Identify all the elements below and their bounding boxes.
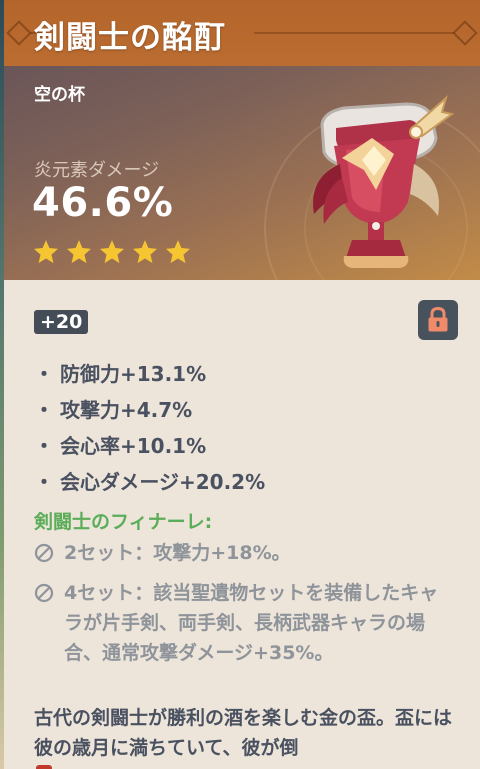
sub-stat: ・防御力+13.1% [34,356,265,392]
title-ornament-line-right [254,32,454,34]
title-ornament-right [452,20,478,46]
prohibited-icon [34,583,54,603]
bullet: ・ [34,434,54,458]
star-icon [99,240,125,264]
star-icon [132,240,158,264]
set-bonus-text: 4セット：該当聖遺物セットを装備したキャラが片手剣、両手剣、長柄武器キャラの場合… [64,582,439,664]
lock-button[interactable] [418,300,458,340]
main-stat-value: 46.6% [32,180,174,226]
sub-stat-text: 防御力+13.1% [60,362,207,386]
artifact-details-panel: +20 ・防御力+13.1% ・攻撃力+4.7% ・会心率+10.1% ・会心ダ… [4,280,480,769]
lock-icon [428,307,448,332]
artifact-slot-type: 空の杯 [34,85,85,105]
star-icon [66,240,92,264]
lore-text: 古代の剣闘士が勝利の酒を楽しむ金の盃。盃には彼の歳月に満ちていて、彼が倒 [34,707,453,759]
level-badge: +20 [34,310,89,334]
goblet-icon [313,94,454,268]
bullet: ・ [34,398,54,422]
sub-stat: ・攻撃力+4.7% [34,392,265,428]
set-bonus-4pc: 4セット：該当聖遺物セットを装備したキャラが片手剣、両手剣、長柄武器キャラの場合… [34,578,454,698]
star-icon [165,240,191,264]
bullet: ・ [34,362,54,386]
sub-stat-list: ・防御力+13.1% ・攻撃力+4.7% ・会心率+10.1% ・会心ダメージ+… [34,356,265,500]
prohibited-icon [34,543,54,563]
sub-stat-text: 攻撃力+4.7% [60,398,193,422]
bottom-marker [36,765,52,769]
artifact-detail-card: 剣闘士の酩酊 空の杯 炎元素ダメージ 46.6% +20 ・ 防御力+13.1%… [4,0,480,769]
sub-stat-text: 会心率+10.1% [60,434,207,458]
main-stat-name: 炎元素ダメージ [34,160,160,181]
set-name: 剣闘士のフィナーレ: [34,511,213,533]
title-bar: 剣闘士の酩酊 [4,0,480,68]
bullet: ・ [34,470,54,494]
title-ornament-left [6,20,32,46]
star-icon [33,240,59,264]
set-bonus-2pc: 2セット：攻撃力+18%。 [34,538,454,568]
artifact-hero: 空の杯 炎元素ダメージ 46.6% [4,66,480,350]
sub-stat: ・会心率+10.1% [34,428,265,464]
rarity-stars [32,238,192,266]
artifact-title: 剣闘士の酩酊 [34,20,226,56]
sub-stat-text: 会心ダメージ+20.2% [60,470,266,494]
set-bonus-text: 2セット：攻撃力+18%。 [64,542,291,564]
sub-stat: ・会心ダメージ+20.2% [34,464,265,500]
